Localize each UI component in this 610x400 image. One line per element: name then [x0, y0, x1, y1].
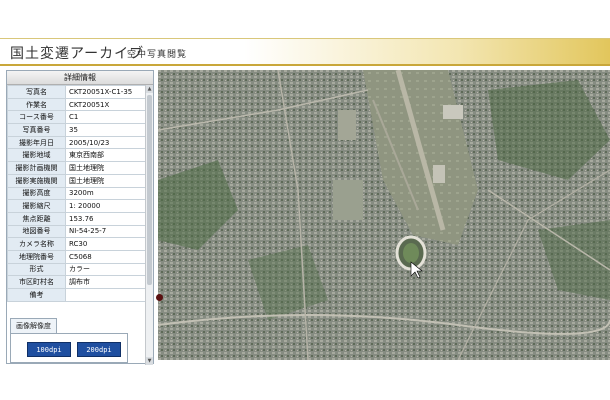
panel-title: 詳細情報	[7, 71, 153, 85]
detail-row: 地理院番号 C5068	[7, 249, 146, 264]
scroll-down-arrow-icon[interactable]: ▼	[146, 357, 153, 365]
resolution-box: 100dpi 200dpi	[10, 333, 128, 363]
detail-row: 撮影高度 3200m	[7, 186, 146, 201]
detail-value: C1	[65, 110, 146, 125]
app-subtitle: 空中写真閲覧	[127, 50, 188, 60]
detail-label: 撮影地域	[7, 148, 66, 163]
detail-row: 地図番号 NI-54-25-7	[7, 224, 146, 239]
detail-label: 備考	[7, 288, 66, 302]
dpi-200-button[interactable]: 200dpi	[77, 342, 121, 357]
detail-row: 形式 カラー	[7, 262, 146, 277]
detail-label: 地図番号	[7, 224, 66, 239]
detail-value: カラー	[65, 262, 146, 277]
detail-row: 撮影縮尺 1: 20000	[7, 199, 146, 213]
detail-label: カメラ名称	[7, 237, 66, 251]
detail-value: C5068	[65, 249, 146, 264]
detail-value: 35	[65, 123, 146, 137]
detail-value: RC30	[65, 237, 146, 251]
detail-row: 撮影地域 東京西南部	[7, 148, 146, 163]
detail-value: 2005/10/23	[65, 135, 146, 150]
detail-value: 国土地理院	[65, 161, 146, 175]
detail-label: 撮影年月日	[7, 135, 66, 150]
detail-row: 撮影計画機関 国土地理院	[7, 161, 146, 175]
map-marker-icon[interactable]	[156, 294, 163, 301]
scroll-up-arrow-icon[interactable]: ▲	[146, 85, 153, 93]
detail-value: 153.76	[65, 211, 146, 226]
detail-row: 市区町村名 調布市	[7, 275, 146, 289]
detail-label: 撮影計画機関	[7, 161, 66, 175]
detail-label: 形式	[7, 262, 66, 277]
detail-value: 3200m	[65, 186, 146, 201]
detail-value: NI-54-25-7	[65, 224, 146, 239]
header-divider	[0, 64, 610, 66]
detail-table: 写真名 CKT20051X-C1-35 作業名 CKT20051X コース番号 C1 写真番…	[7, 85, 146, 302]
app-title: 国土変遷アーカイブ	[10, 46, 145, 62]
detail-row: 撮影実施機関 国土地理院	[7, 173, 146, 188]
detail-label: 地理院番号	[7, 249, 66, 264]
detail-value: 国土地理院	[65, 173, 146, 188]
detail-row: 写真名 CKT20051X-C1-35	[7, 85, 146, 99]
detail-value: 1: 20000	[65, 199, 146, 213]
detail-value	[65, 288, 146, 302]
detail-row: 写真番号 35	[7, 123, 146, 137]
detail-label: 撮影実施機関	[7, 173, 66, 188]
resolution-label: 画像解像度	[10, 318, 57, 333]
detail-value: CKT20051X	[65, 97, 146, 112]
detail-label: コース番号	[7, 110, 66, 125]
detail-row: 作業名 CKT20051X	[7, 97, 146, 112]
app-header: 国土変遷アーカイブ 空中写真閲覧	[0, 38, 610, 64]
detail-value: 東京西南部	[65, 148, 146, 163]
detail-value: CKT20051X-C1-35	[65, 85, 146, 99]
aerial-photo-viewer[interactable]	[158, 70, 610, 360]
dpi-100-button[interactable]: 100dpi	[27, 342, 71, 357]
detail-row: 焦点距離 153.76	[7, 211, 146, 226]
detail-label: 撮影縮尺	[7, 199, 66, 213]
aerial-photo-image[interactable]	[158, 70, 610, 360]
detail-label: 撮影高度	[7, 186, 66, 201]
detail-label: 焦点距離	[7, 211, 66, 226]
panel-scrollbar[interactable]: ▲ ▼	[145, 85, 153, 365]
detail-row: コース番号 C1	[7, 110, 146, 125]
scroll-thumb[interactable]	[147, 95, 152, 285]
detail-label: 作業名	[7, 97, 66, 112]
detail-row: 備考	[7, 288, 146, 302]
detail-row: カメラ名称 RC30	[7, 237, 146, 251]
detail-label: 写真番号	[7, 123, 66, 137]
resolution-group: 画像解像度 100dpi 200dpi	[10, 313, 128, 363]
detail-row: 撮影年月日 2005/10/23	[7, 135, 146, 150]
detail-value: 調布市	[65, 275, 146, 289]
detail-label: 市区町村名	[7, 275, 66, 289]
detail-label: 写真名	[7, 85, 66, 99]
